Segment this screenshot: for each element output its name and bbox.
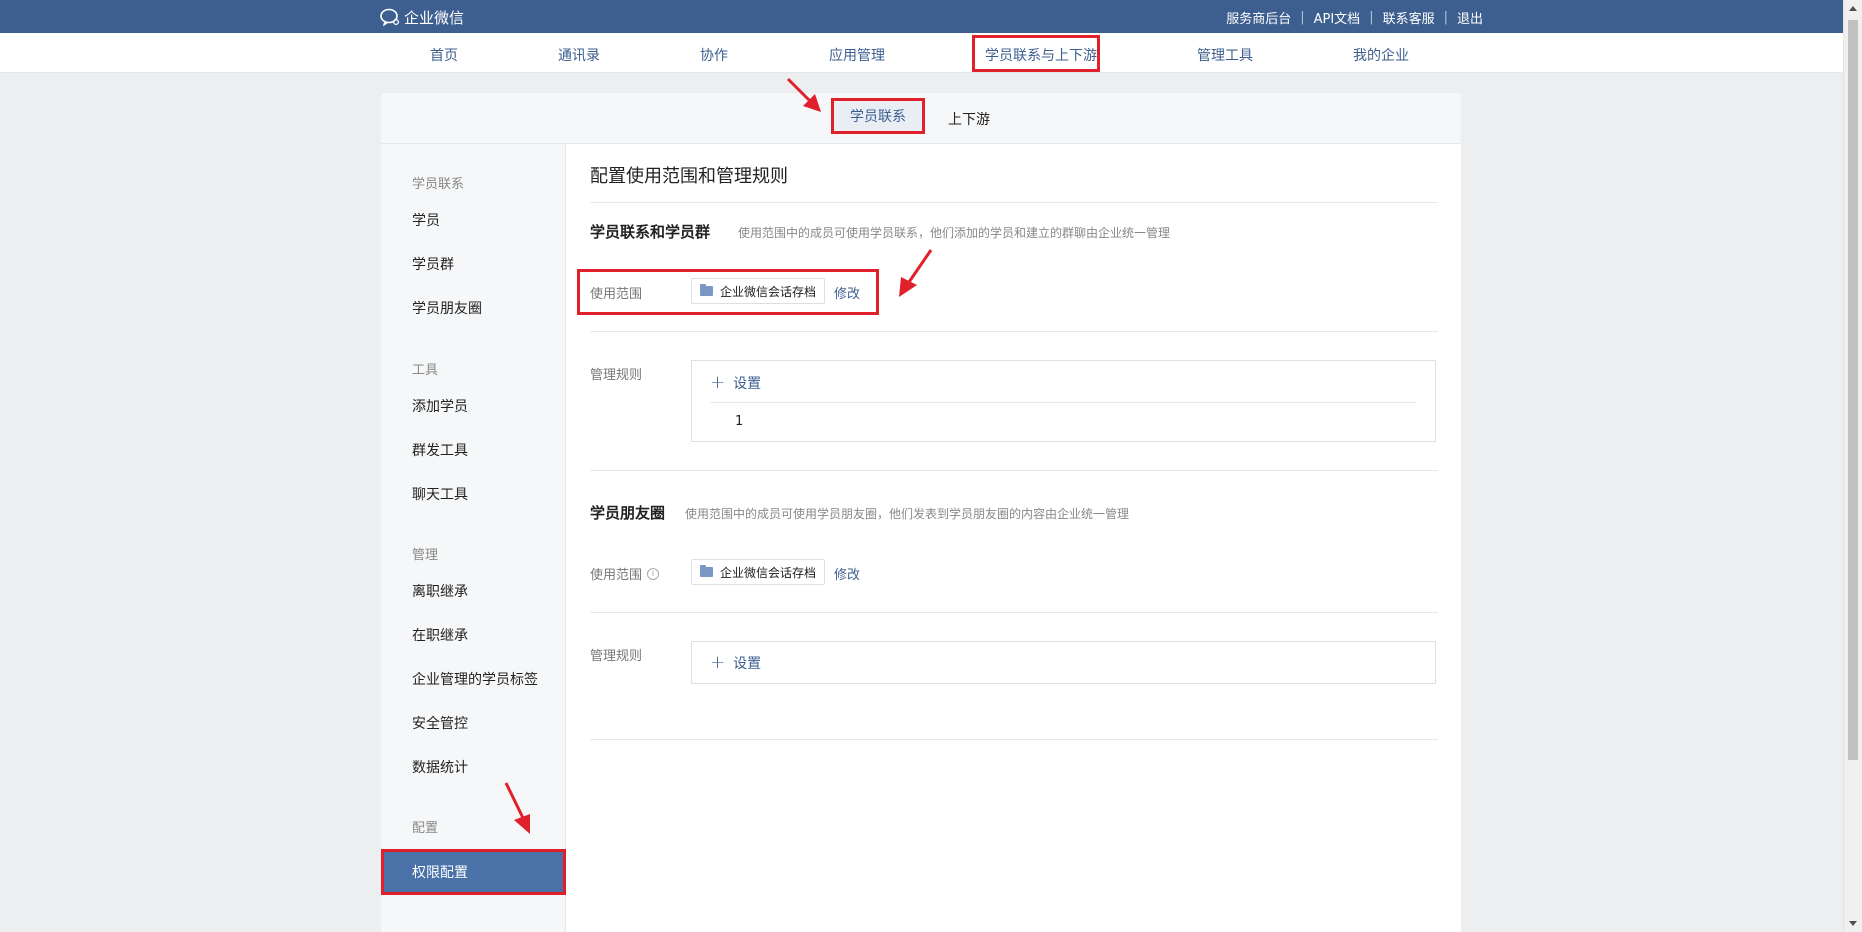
- sidebar-item-onjob-inherit[interactable]: 在职继承: [412, 625, 468, 645]
- divider: [590, 612, 1438, 613]
- tab-student-contact[interactable]: 学员联系: [831, 98, 925, 134]
- brand-name: 企业微信: [404, 8, 465, 27]
- sidebar-group-student-contact: 学员联系: [412, 177, 465, 192]
- plus-icon: +: [710, 652, 726, 673]
- section-desc-student-contact: 使用范围中的成员可使用学员联系，他们添加的学员和建立的群聊由企业统一管理: [738, 226, 1171, 240]
- scroll-up-icon[interactable]: [1849, 6, 1857, 11]
- add-rule-label: 设置: [733, 656, 762, 672]
- highlight-box-nav: [972, 35, 1100, 72]
- section-desc-moments: 使用范围中的成员可使用学员朋友圈，他们发表到学员朋友圈的内容由企业统一管理: [685, 507, 1130, 521]
- sidebar-group-management: 管理: [412, 548, 439, 563]
- divider: [590, 470, 1438, 471]
- scope-chip-label: 企业微信会话存档: [720, 565, 817, 580]
- rules-label: 管理规则: [590, 364, 642, 383]
- nav-collaboration[interactable]: 协作: [700, 45, 728, 65]
- nav-management-tools[interactable]: 管理工具: [1197, 45, 1253, 65]
- link-contact-support[interactable]: 联系客服: [1383, 8, 1435, 27]
- sidebar-group-config: 配置: [412, 821, 439, 836]
- scope-label-text: 使用范围: [590, 568, 643, 583]
- sidebar-item-resign-inherit[interactable]: 离职继承: [412, 581, 468, 601]
- add-rule-button[interactable]: + 设置: [710, 373, 761, 393]
- top-links: 服务商后台 | API文档 | 联系客服 | 退出: [1226, 8, 1483, 27]
- sidebar: 学员联系 学员 学员群 学员朋友圈 工具 添加学员 群发工具 聊天工具 管理 离…: [381, 144, 566, 932]
- folder-icon: [700, 565, 713, 577]
- scope-chip: 企业微信会话存档: [691, 559, 826, 585]
- sidebar-item-chat-tools[interactable]: 聊天工具: [412, 484, 468, 504]
- nav-my-enterprise[interactable]: 我的企业: [1353, 45, 1409, 65]
- add-rule-button[interactable]: + 设置: [710, 653, 761, 673]
- rules-label: 管理规则: [590, 645, 642, 664]
- tab-label: 学员联系: [850, 109, 906, 125]
- sidebar-item-permission-config[interactable]: 权限配置: [381, 849, 566, 895]
- page-title: 配置使用范围和管理规则: [590, 166, 788, 187]
- plus-icon: +: [710, 372, 726, 393]
- sidebar-item-statistics[interactable]: 数据统计: [412, 757, 468, 777]
- annotation-arrow-icon: [504, 782, 530, 834]
- nav-app-management[interactable]: 应用管理: [829, 45, 885, 65]
- link-logout[interactable]: 退出: [1457, 8, 1483, 27]
- top-bar: 企业微信 服务商后台 | API文档 | 联系客服 | 退出: [0, 0, 1843, 33]
- section-title-moments: 学员朋友圈: [590, 504, 666, 522]
- sidebar-group-tools: 工具: [412, 363, 439, 378]
- sidebar-item-label: 权限配置: [412, 865, 468, 881]
- scroll-down-icon[interactable]: [1849, 921, 1857, 926]
- divider: [710, 402, 1416, 403]
- brand-logo[interactable]: 企业微信: [380, 7, 464, 27]
- annotation-arrow-icon: [786, 77, 821, 112]
- add-rule-label: 设置: [733, 376, 762, 392]
- rule-item[interactable]: 1: [735, 414, 743, 429]
- tab-upstream-downstream[interactable]: 上下游: [948, 109, 990, 129]
- vertical-scrollbar[interactable]: [1843, 0, 1862, 932]
- highlight-box-scope: [577, 269, 879, 315]
- rules-box: + 设置 1: [691, 360, 1436, 442]
- divider: [590, 739, 1438, 740]
- sidebar-item-student-tags[interactable]: 企业管理的学员标签: [412, 669, 538, 689]
- modify-scope-link[interactable]: 修改: [834, 564, 860, 583]
- sub-tabs: 学员联系 上下游: [381, 93, 1461, 144]
- divider: |: [1369, 10, 1374, 25]
- divider: [590, 202, 1438, 203]
- scroll-thumb[interactable]: [1848, 20, 1858, 760]
- sidebar-item-security[interactable]: 安全管控: [412, 713, 468, 733]
- sidebar-item-students[interactable]: 学员: [412, 210, 440, 230]
- wecom-logo-icon: [380, 8, 400, 26]
- link-service-admin[interactable]: 服务商后台: [1226, 8, 1291, 27]
- main-nav: 首页 通讯录 协作 应用管理 学员联系与上下游 管理工具 我的企业: [0, 33, 1843, 73]
- sidebar-item-moments[interactable]: 学员朋友圈: [412, 298, 482, 318]
- info-icon[interactable]: i: [647, 567, 660, 580]
- divider: |: [1300, 10, 1305, 25]
- sidebar-item-mass-send[interactable]: 群发工具: [412, 440, 468, 460]
- scope-label: 使用范围 i: [590, 564, 660, 583]
- rules-label-text: 管理规则: [590, 649, 643, 664]
- link-api-docs[interactable]: API文档: [1314, 8, 1361, 27]
- divider: |: [1443, 10, 1448, 25]
- section-title-student-contact: 学员联系和学员群: [590, 223, 711, 241]
- rules-label-text: 管理规则: [590, 368, 643, 383]
- annotation-arrow-icon: [899, 249, 933, 297]
- sidebar-item-add-student[interactable]: 添加学员: [412, 396, 468, 416]
- nav-contacts[interactable]: 通讯录: [558, 45, 600, 65]
- nav-home[interactable]: 首页: [430, 45, 458, 65]
- sidebar-item-student-groups[interactable]: 学员群: [412, 254, 454, 274]
- divider: [590, 331, 1438, 332]
- rules-box: + 设置: [691, 641, 1436, 684]
